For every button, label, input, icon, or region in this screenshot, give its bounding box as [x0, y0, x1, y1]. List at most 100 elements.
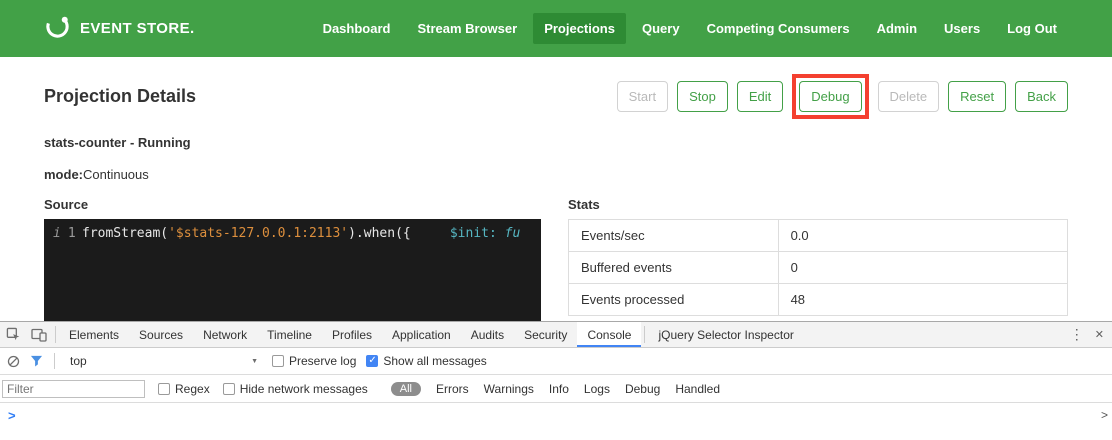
line-number: 1 [68, 224, 76, 244]
more-options-icon[interactable]: ⋮ [1070, 326, 1084, 343]
brand-text: EVENT STORE. [80, 20, 195, 37]
device-toolbar-icon[interactable] [26, 322, 52, 347]
tab-jquery-selector-inspector[interactable]: jQuery Selector Inspector [648, 322, 803, 347]
filter-funnel-icon[interactable] [30, 355, 43, 367]
console-toolbar: top ▼ Preserve log Show all messages [0, 348, 1112, 375]
nav-item-stream-browser[interactable]: Stream Browser [406, 13, 528, 44]
nav-item-competing-consumers[interactable]: Competing Consumers [696, 13, 861, 44]
tab-timeline[interactable]: Timeline [257, 322, 322, 347]
checkbox-unchecked-icon [272, 355, 284, 367]
checkbox-checked-icon [366, 355, 378, 367]
source-column: Source i 1 fromStream('$stats-127.0.0.1:… [44, 197, 541, 323]
source-code-editor[interactable]: i 1 fromStream('$stats-127.0.0.1:2113').… [44, 219, 541, 323]
title-row: Projection Details Start Stop Edit Debug… [44, 73, 1068, 119]
action-buttons: Start Stop Edit Debug Delete Reset Back [617, 74, 1068, 119]
tab-profiles[interactable]: Profiles [322, 322, 382, 347]
debug-highlight-box: Debug [792, 74, 868, 119]
detail-columns: Source i 1 fromStream('$stats-127.0.0.1:… [44, 197, 1068, 323]
level-info[interactable]: Info [549, 382, 569, 396]
clear-console-icon[interactable] [7, 355, 20, 368]
main-nav: Dashboard Stream Browser Projections Que… [312, 13, 1068, 44]
toolbar-divider [54, 353, 55, 369]
level-handled[interactable]: Handled [675, 382, 720, 396]
console-output-area[interactable]: > > [0, 403, 1112, 439]
devtools-window-controls: ⋮ ✕ [1062, 322, 1112, 347]
preserve-log-label: Preserve log [289, 354, 356, 368]
regex-checkbox[interactable]: Regex [158, 382, 210, 396]
nav-item-dashboard[interactable]: Dashboard [312, 13, 402, 44]
reset-button[interactable]: Reset [948, 81, 1006, 112]
editor-gutter: i 1 [44, 224, 82, 244]
gutter-info-marker: i [53, 224, 61, 244]
code-token-keyword: fu [505, 226, 521, 241]
stat-name: Buffered events [569, 252, 779, 284]
stat-name: Events/sec [569, 220, 779, 252]
preserve-log-checkbox[interactable]: Preserve log [272, 354, 356, 368]
table-row: Buffered events 0 [569, 252, 1068, 284]
stop-button[interactable]: Stop [677, 81, 728, 112]
execution-context-select[interactable]: top ▼ [66, 352, 262, 370]
app-header: EVENT STORE. Dashboard Stream Browser Pr… [0, 0, 1112, 57]
show-all-messages-checkbox[interactable]: Show all messages [366, 354, 486, 368]
stats-table: Events/sec 0.0 Buffered events 0 Events … [568, 219, 1068, 316]
nav-item-admin[interactable]: Admin [866, 13, 928, 44]
stat-value: 48 [778, 284, 1067, 316]
close-icon[interactable]: ✕ [1095, 328, 1104, 341]
stat-name: Events processed [569, 284, 779, 316]
code-token-string: '$stats-127.0.0.1:2113' [168, 226, 348, 241]
projection-status: stats-counter - Running [44, 135, 1068, 150]
tab-console[interactable]: Console [577, 322, 641, 347]
tab-sources[interactable]: Sources [129, 322, 193, 347]
page-title: Projection Details [44, 86, 196, 107]
mode-label: mode: [44, 167, 83, 182]
inspect-element-icon[interactable] [0, 322, 26, 347]
console-filter-bar: Regex Hide network messages All Errors W… [0, 375, 1112, 403]
console-prompt-icon[interactable]: > [8, 408, 16, 423]
level-debug[interactable]: Debug [625, 382, 660, 396]
log-level-filters: All Errors Warnings Info Logs Debug Hand… [391, 382, 720, 396]
level-all[interactable]: All [391, 382, 421, 396]
overflow-chevron-icon[interactable]: > [1101, 408, 1108, 422]
delete-button[interactable]: Delete [878, 81, 940, 112]
devtools-panel: Elements Sources Network Timeline Profil… [0, 321, 1112, 440]
nav-item-users[interactable]: Users [933, 13, 991, 44]
show-all-messages-label: Show all messages [383, 354, 486, 368]
mode-value: Continuous [83, 167, 149, 182]
stats-label: Stats [568, 197, 1068, 212]
tab-elements[interactable]: Elements [59, 322, 129, 347]
debug-button[interactable]: Debug [799, 81, 861, 112]
devtools-tabbar: Elements Sources Network Timeline Profil… [0, 322, 1112, 348]
eventstore-logo[interactable]: EVENT STORE. [44, 13, 195, 45]
table-row: Events processed 48 [569, 284, 1068, 316]
tab-audits[interactable]: Audits [461, 322, 514, 347]
nav-item-query[interactable]: Query [631, 13, 691, 44]
tab-network[interactable]: Network [193, 322, 257, 347]
code-token [497, 226, 505, 241]
chevron-down-icon: ▼ [251, 358, 258, 365]
stat-value: 0.0 [778, 220, 1067, 252]
nav-item-logout[interactable]: Log Out [996, 13, 1068, 44]
hide-network-messages-label: Hide network messages [240, 382, 368, 396]
stats-column: Stats Events/sec 0.0 Buffered events 0 E… [568, 197, 1068, 323]
edit-button[interactable]: Edit [737, 81, 783, 112]
code-token: fromStream( [82, 226, 168, 241]
eventstore-logo-icon [44, 13, 71, 45]
level-warnings[interactable]: Warnings [484, 382, 534, 396]
filter-input[interactable] [2, 380, 145, 398]
level-logs[interactable]: Logs [584, 382, 610, 396]
source-label: Source [44, 197, 541, 212]
code-content: fromStream('$stats-127.0.0.1:2113').when… [82, 224, 520, 244]
stat-value: 0 [778, 252, 1067, 284]
nav-item-projections[interactable]: Projections [533, 13, 626, 44]
regex-label: Regex [175, 382, 210, 396]
tab-application[interactable]: Application [382, 322, 461, 347]
projection-mode: mode:Continuous [44, 167, 1068, 182]
tab-security[interactable]: Security [514, 322, 577, 347]
level-errors[interactable]: Errors [436, 382, 469, 396]
toolbar-divider [55, 326, 56, 343]
toolbar-divider [644, 326, 645, 343]
back-button[interactable]: Back [1015, 81, 1068, 112]
table-row: Events/sec 0.0 [569, 220, 1068, 252]
start-button[interactable]: Start [617, 81, 668, 112]
hide-network-messages-checkbox[interactable]: Hide network messages [223, 382, 368, 396]
